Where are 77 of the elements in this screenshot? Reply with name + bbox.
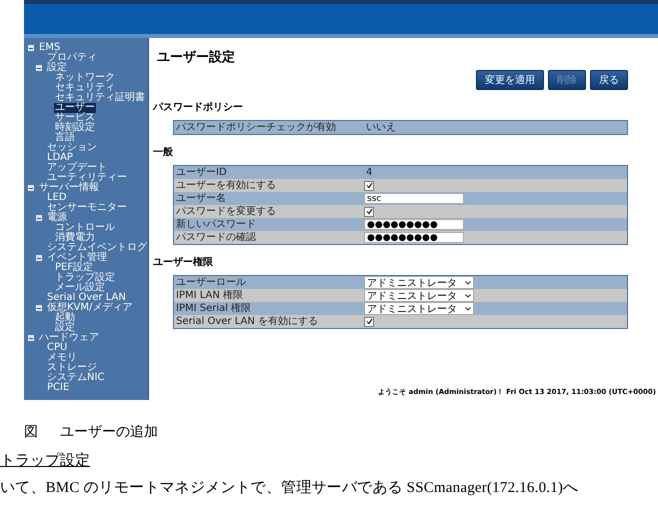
nav-item[interactable]: 言語 [54,133,76,143]
nav-item[interactable]: EMS [38,43,62,53]
page-title: ユーザー設定 [157,48,236,66]
nav-item[interactable]: セキュリティ [54,83,116,93]
section-title: ユーザー権限 [153,256,214,269]
section-title: パスワードポリシー [153,101,244,114]
nav-item[interactable]: センサーモニター [46,203,128,213]
nav-item[interactable]: ストレージ [46,363,98,373]
collapse-icon[interactable] [36,215,42,221]
nav-item[interactable]: システムイベントログ [46,243,148,253]
figure-caption: ユーザーの追加 [60,424,158,441]
action-button[interactable]: 変更を適用 [476,70,544,90]
nav-item[interactable]: メール設定 [54,283,106,293]
nav-item[interactable]: メモリ [46,353,78,363]
setting-label: ユーザーID [175,166,228,178]
nav-item[interactable]: ユーザー [54,103,96,113]
nav-item[interactable]: システムNIC [46,373,106,383]
collapse-icon[interactable] [36,255,42,261]
nav-item[interactable]: 設定 [46,63,68,73]
section-title: 一般 [153,146,174,159]
nav-item[interactable]: 設定 [54,323,76,333]
role-select[interactable]: アドミニストレータ [364,289,474,302]
collapse-icon[interactable] [28,45,34,51]
nav-item[interactable]: ハードウェア [38,333,100,343]
setting-label: パスワードを変更する [175,206,277,218]
nav-item[interactable]: 消費電力 [54,233,96,243]
chevron-down-icon [465,306,471,310]
nav-item[interactable]: 電源 [46,213,68,223]
body-text: いて、BMC のリモートマネジメントで、管理サーバである SSCmanager(172.16.0.1)へ [0,479,580,497]
setting-value: 4 [365,166,374,178]
setting-label: IPMI LAN 権限 [175,290,244,302]
checkbox[interactable] [364,316,374,326]
action-button[interactable]: 戻る [590,70,628,90]
checkbox[interactable] [364,206,374,216]
nav-item[interactable]: CPU [46,343,68,353]
setting-label: ユーザーロール [175,276,247,288]
nav-item[interactable]: ユーティリティー [46,173,128,183]
setting-label: ユーザーを有効にする [175,180,277,192]
role-select[interactable]: アドミニストレータ [364,276,474,289]
input-field[interactable]: ssc [364,193,464,204]
figure-label: 図 [24,424,38,441]
nav-item[interactable]: プロパティ [46,53,98,63]
setting-label: ユーザー名 [175,192,227,204]
input-field[interactable]: ●●●●●●●●● [364,232,464,243]
checkbox[interactable] [364,180,374,190]
setting-label: 新しいパスワード [175,218,257,230]
nav-item[interactable]: PEF設定 [54,263,94,273]
nav-item[interactable]: セキュリティ証明書 [54,93,146,103]
nav-item[interactable]: サーバー情報 [38,183,100,193]
nav-item[interactable]: PCIE [46,383,70,393]
collapse-icon[interactable] [28,185,34,191]
collapse-icon[interactable] [36,305,42,311]
role-select[interactable]: アドミニストレータ [364,302,474,315]
collapse-icon[interactable] [36,65,42,71]
chevron-down-icon [465,280,471,284]
nav-item[interactable]: トラップ設定 [54,273,116,283]
setting-label: パスワードポリシーチェックが有効 [175,122,337,134]
nav-item[interactable]: ネットワーク [54,73,116,83]
nav-item[interactable]: サービス [54,113,96,123]
nav-item[interactable]: 仮想KVM/メディア [46,303,134,313]
nav-item[interactable]: コントロール [54,223,116,233]
nav-item[interactable]: Serial Over LAN [46,293,127,303]
setting-label: Serial Over LAN を有効にする [175,316,320,328]
nav-item[interactable]: LDAP [46,153,74,163]
nav-item[interactable]: 時刻設定 [54,123,96,133]
setting-label: パスワードの確認 [175,232,257,244]
nav-item[interactable]: LED [46,193,68,203]
nav-item[interactable]: セッション [46,143,98,153]
nav-item[interactable]: アップデート [46,163,108,173]
chevron-down-icon [465,294,471,298]
section-heading: トラップ設定 [0,451,91,470]
nav-item[interactable]: イベント管理 [46,253,108,263]
input-field[interactable]: ●●●●●●●●● [364,219,464,230]
nav-item[interactable]: 起動 [54,313,76,323]
setting-value: いいえ [365,122,397,134]
collapse-icon[interactable] [28,335,34,341]
setting-label: IPMI Serial 権限 [175,302,252,314]
